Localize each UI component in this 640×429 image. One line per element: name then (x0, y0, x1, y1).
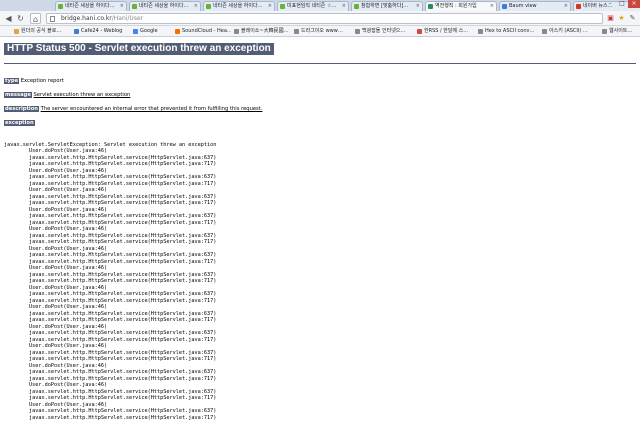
address-bar[interactable]: bridge.hani.co.kr/Hani/User (46, 13, 603, 24)
bookmark-item[interactable]: 원더의 공식 블로… (14, 27, 61, 36)
minimize-button[interactable]: – (604, 0, 616, 8)
bookmark-item[interactable]: Cafe24 - Weblog (74, 27, 122, 36)
browser-tab[interactable]: 미표현임직 네티즌 ☆… × (277, 1, 349, 11)
tab-favicon-icon (58, 4, 63, 9)
tab-favicon-icon (280, 4, 285, 9)
bookmark-star-icon[interactable]: ★ (617, 14, 626, 23)
error-page: HTTP Status 500 - Servlet execution thre… (0, 38, 640, 429)
url-path: /Hani/User (111, 15, 144, 22)
bookmark-favicon-icon (602, 29, 607, 34)
tab-favicon-icon (502, 4, 507, 9)
bookmark-favicon-icon (74, 29, 79, 34)
browser-tab[interactable]: 참합하면 [맞춤하다]… × (351, 1, 423, 11)
tab-close-icon[interactable]: × (564, 2, 568, 10)
tab-close-icon[interactable]: × (490, 2, 494, 10)
tab-strip: 네티즌 세상을 하이다… × 네티즌 세상을 하이다… × 네티즌 세상을 하이다… × 미… (0, 0, 640, 11)
bookmark-favicon-icon (234, 29, 239, 34)
bookmark-favicon-icon (133, 29, 138, 34)
bookmark-favicon-icon (14, 29, 19, 34)
message-row: message Servlet execution threw an excep… (4, 92, 130, 99)
bookmark-label: 백광잡돌 인터넷으… (362, 28, 406, 34)
bookmark-label: SoundCloud - Hea… (182, 28, 231, 34)
tab-label: 미표현임직 네티즌 ☆… (287, 3, 337, 9)
page-icon (50, 16, 55, 22)
exception-row: exception (4, 120, 35, 127)
description-value: The server encountered an internal error… (40, 106, 263, 112)
home-icon[interactable]: ⌂ (30, 13, 41, 24)
bookmark-item[interactable]: 웹사이트… (602, 27, 632, 36)
browser-tab[interactable]: Baum view × (499, 1, 571, 11)
bookmarks-bar: 원더의 공식 블로… Cafe24 - Weblog Google SoundClou… (0, 26, 640, 37)
bookmark-item[interactable]: Google (133, 27, 158, 36)
url-host: bridge.hani.co.kr (61, 15, 112, 22)
tab-label: 네티즌 세상을 하이다… (65, 3, 115, 9)
type-row: type Exception report (4, 78, 64, 85)
bookmark-item[interactable]: SoundCloud - Hea… (175, 27, 231, 36)
bookmark-item[interactable]: 드라그이오 www… (294, 27, 343, 36)
tab-label: 역전행직 : 회원가입 (435, 3, 477, 9)
bookmark-label: 드라그이오 www… (301, 28, 343, 34)
browser-tab[interactable]: 역전행직 : 회원가입 × (425, 1, 497, 11)
bookmark-label: 웹사이트… (609, 28, 633, 34)
bookmark-favicon-icon (542, 29, 547, 34)
bookmark-item[interactable]: 아스키 (ASCII) … (542, 27, 588, 36)
bookmark-favicon-icon (175, 29, 180, 34)
tab-favicon-icon (354, 4, 359, 9)
description-row: description The server encountered an in… (4, 106, 262, 113)
wrench-menu-icon[interactable]: ✎ (628, 14, 637, 23)
bookmark-label: 블레이소~大韓民國… (241, 28, 289, 34)
bookmark-label: 아스키 (ASCII) … (549, 28, 588, 34)
tab-favicon-icon (132, 4, 137, 9)
exception-label: exception (4, 120, 35, 126)
page-title: HTTP Status 500 - Servlet execution thre… (4, 43, 274, 55)
bookmark-favicon-icon (417, 29, 422, 34)
tab-close-icon[interactable]: × (268, 2, 272, 10)
bookmark-favicon-icon (355, 29, 360, 34)
bookmark-item[interactable]: Hex to ASCII conv… (478, 27, 534, 36)
tab-label: 참합하면 [맞춤하다]… (361, 3, 409, 9)
type-label: type (4, 78, 20, 84)
description-label: description (4, 106, 39, 112)
addon-icon[interactable]: ▣ (606, 14, 615, 23)
bookmark-favicon-icon (478, 29, 483, 34)
maximize-button[interactable]: □ (616, 0, 628, 8)
close-window-button[interactable]: × (628, 0, 640, 8)
bookmark-item[interactable]: 백광잡돌 인터넷으… (355, 27, 405, 36)
divider (4, 63, 636, 64)
type-value: Exception report (20, 78, 64, 84)
stack-trace: javax.servlet.ServletException: Servlet … (4, 141, 217, 421)
tab-label: 네티즌 세상을 하이다… (213, 3, 263, 9)
tab-favicon-icon (428, 4, 433, 9)
browser-tab[interactable]: 네티즌 세상을 하이다… × (203, 1, 275, 11)
browser-tab[interactable]: 네티즌 세상을 하이다… × (129, 1, 201, 11)
tab-favicon-icon (576, 4, 581, 9)
back-arrow-icon[interactable]: ◀ (3, 13, 14, 24)
tab-close-icon[interactable]: × (416, 2, 420, 10)
tab-close-icon[interactable]: × (120, 2, 124, 10)
toolbar: ◀ ↻ ⌂ bridge.hani.co.kr/Hani/User ▣ ★ ✎ (0, 11, 640, 26)
bookmark-label: Hex to ASCII conv… (485, 28, 535, 34)
tab-label: Baum view (509, 3, 537, 9)
bookmark-label: 원더의 공식 블로… (21, 28, 62, 34)
message-label: message (4, 92, 32, 98)
bookmark-item[interactable]: 한RSS / 한달에 스… (417, 27, 468, 36)
bookmark-favicon-icon (294, 29, 299, 34)
bookmark-label: Cafe24 - Weblog (81, 28, 123, 34)
bookmark-item[interactable]: 블레이소~大韓民國… (234, 27, 289, 36)
bookmark-label: 한RSS / 한달에 스… (424, 28, 469, 34)
tab-close-icon[interactable]: × (342, 2, 346, 10)
tab-close-icon[interactable]: × (194, 2, 198, 10)
tab-favicon-icon (206, 4, 211, 9)
tab-label: 네티즌 세상을 하이다… (139, 3, 189, 9)
reload-icon[interactable]: ↻ (15, 13, 26, 24)
browser-tab[interactable]: 네티즌 세상을 하이다… × (55, 1, 127, 11)
bookmark-label: Google (140, 28, 158, 34)
message-value: Servlet execution threw an exception (33, 92, 131, 98)
